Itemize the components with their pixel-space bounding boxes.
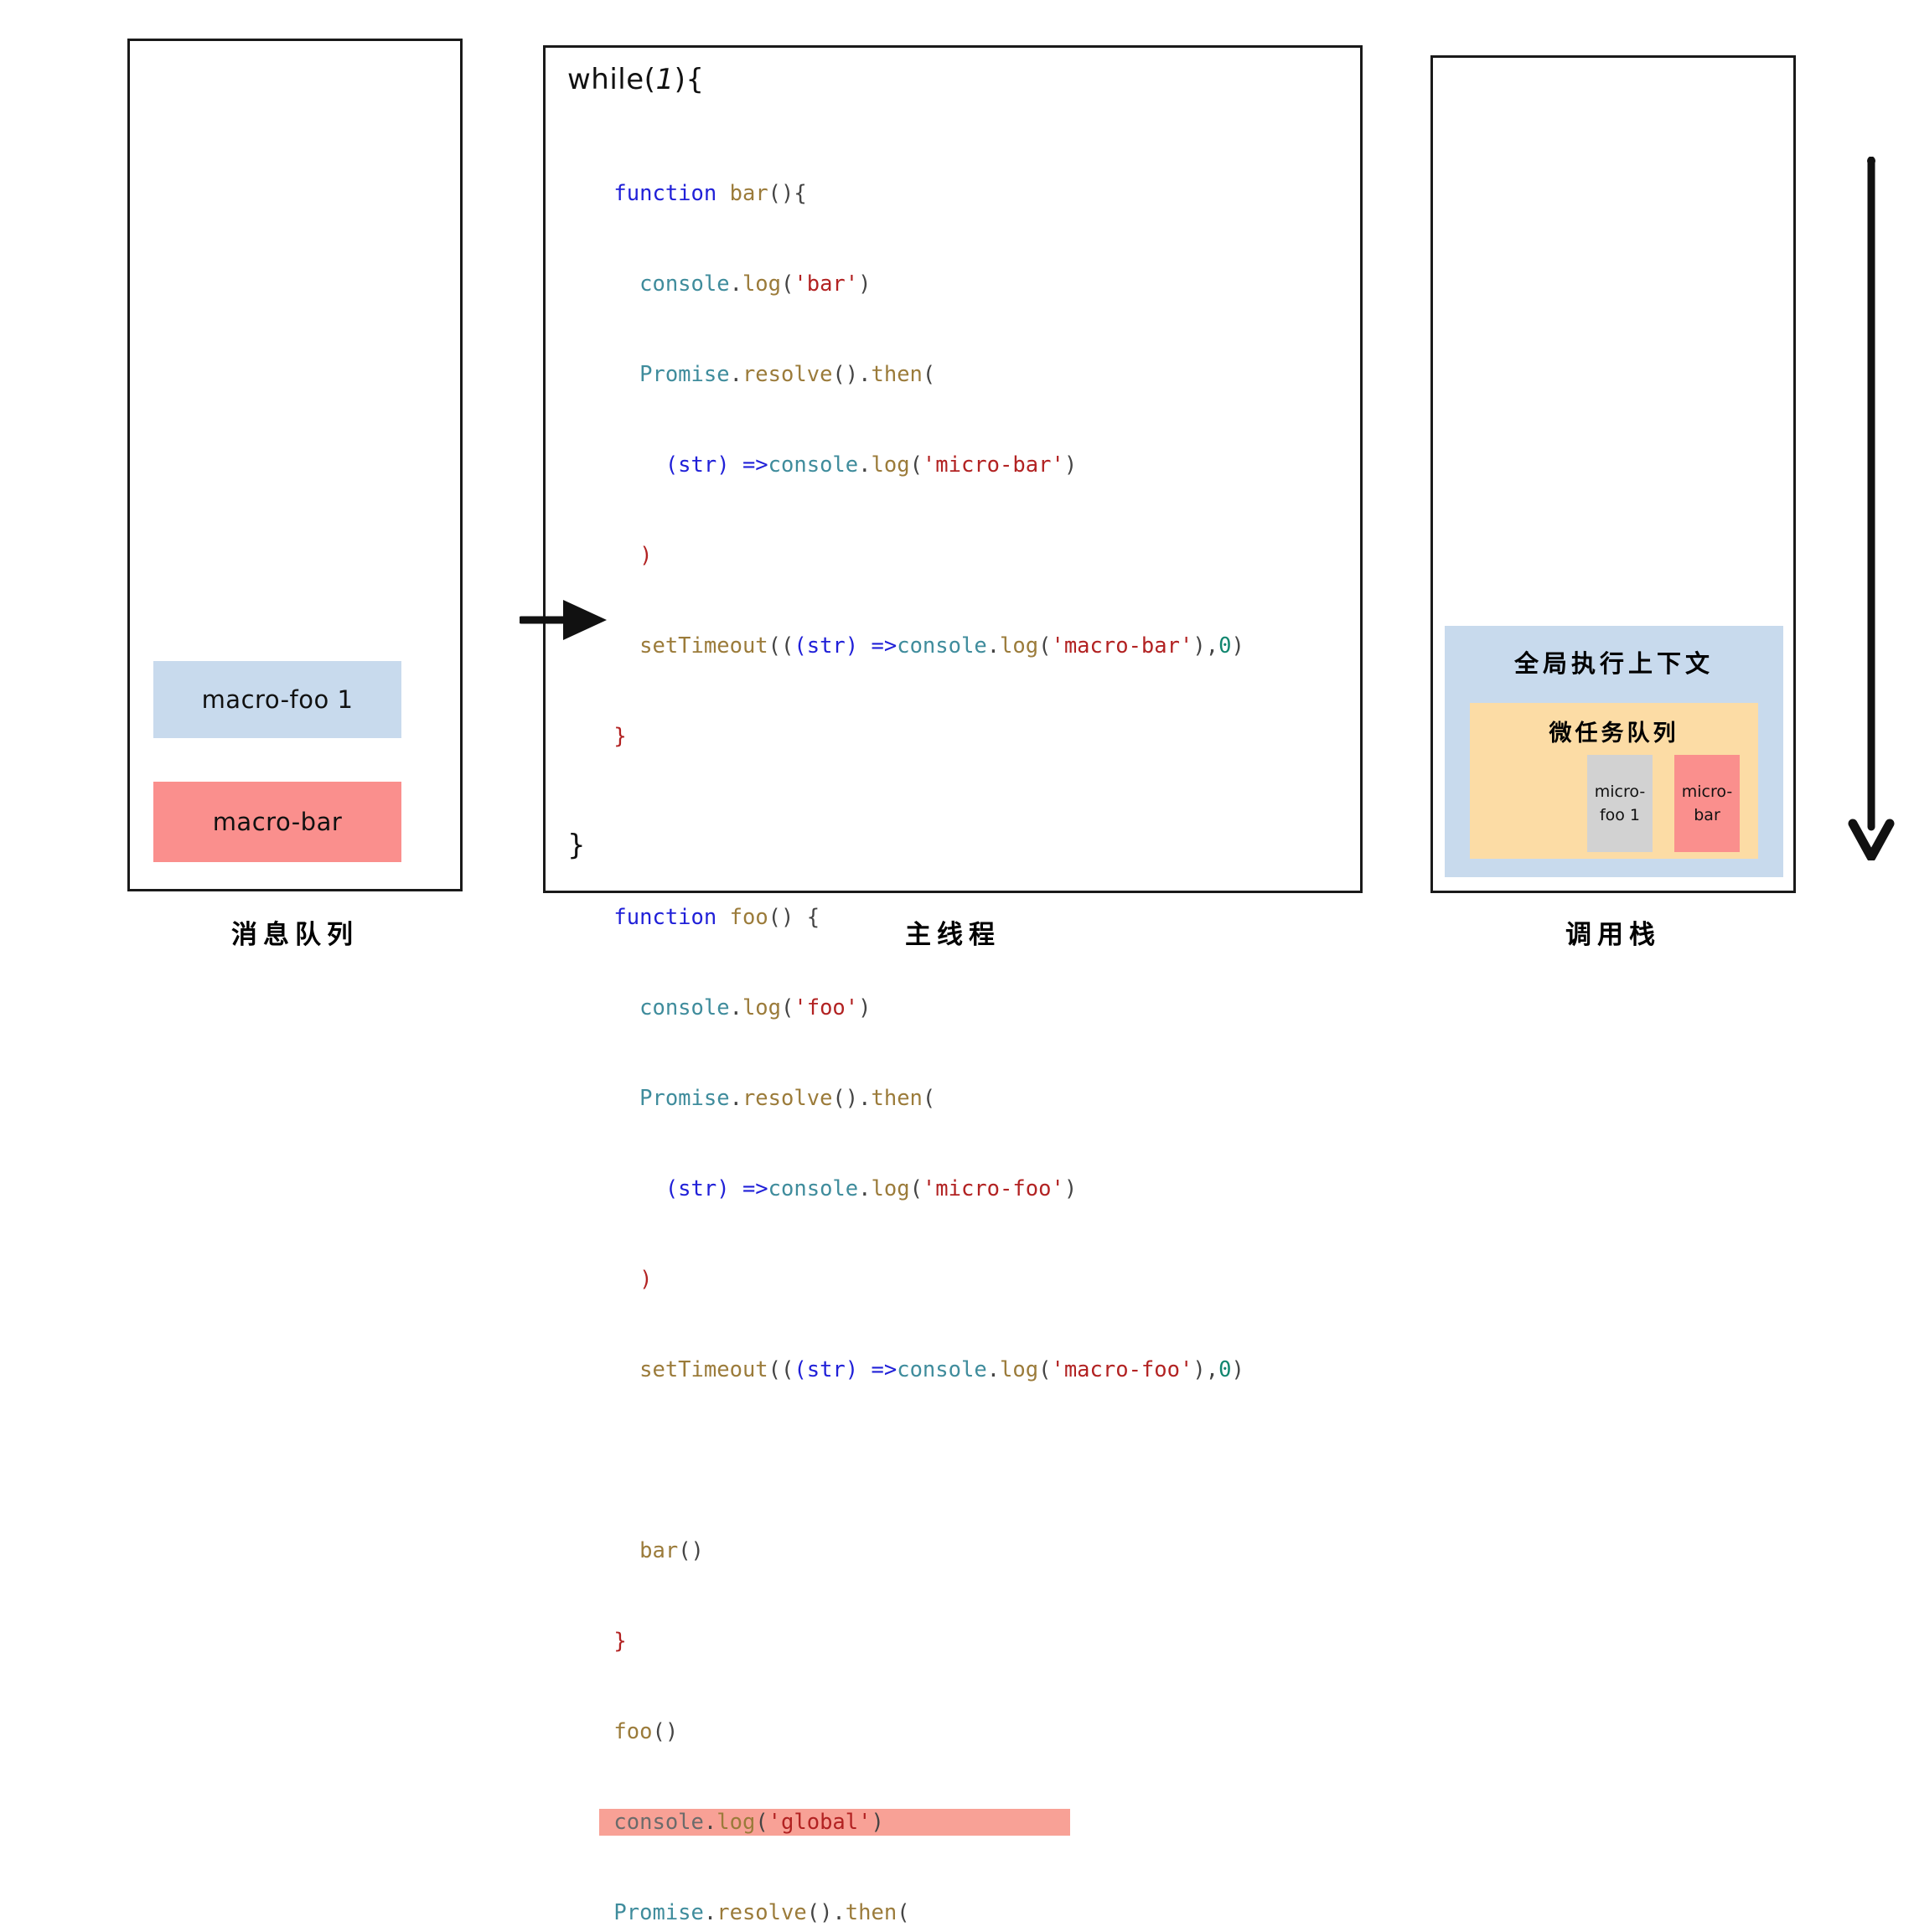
code-line: ) bbox=[639, 1267, 653, 1292]
code-line: } bbox=[613, 1629, 627, 1654]
code-line: bar() bbox=[639, 1538, 704, 1563]
execution-flow-down-arrow bbox=[1848, 157, 1895, 860]
method-log: log bbox=[871, 452, 910, 478]
string-macro-bar: 'macro-bar' bbox=[1051, 633, 1193, 659]
method-log: log bbox=[1000, 633, 1039, 659]
fat-arrow: => bbox=[742, 452, 768, 478]
microtask-item-line1: micro- bbox=[1681, 783, 1733, 801]
param-str: (str) bbox=[794, 633, 859, 659]
caption-message-queue: 消息队列 bbox=[231, 920, 359, 950]
number-zero: 0 bbox=[1218, 633, 1232, 659]
while-keyword: while( bbox=[567, 63, 656, 96]
fat-arrow: => bbox=[871, 1357, 898, 1382]
string-micro-bar: 'micro-bar' bbox=[922, 452, 1064, 478]
number-zero: 0 bbox=[1218, 1357, 1232, 1382]
code-line: setTimeout(((str) =>console.log('macro-b… bbox=[639, 633, 1244, 659]
code-line: Promise.resolve().then( bbox=[639, 1086, 936, 1111]
fat-arrow: => bbox=[871, 633, 898, 659]
code-line: Promise.resolve().then( bbox=[639, 362, 936, 387]
message-queue-panel: macro-foo 1 macro-bar bbox=[127, 39, 463, 891]
while-loop-header: while(1){ bbox=[567, 63, 704, 96]
object-promise: Promise bbox=[639, 1086, 730, 1111]
keyword-function: function bbox=[613, 181, 717, 206]
microtask-item-line2: foo 1 bbox=[1599, 806, 1641, 824]
fat-arrow: => bbox=[742, 1176, 768, 1201]
caption-call-stack: 调用栈 bbox=[1565, 920, 1661, 950]
object-console: console bbox=[768, 1176, 859, 1201]
while-loop-closing-brace: } bbox=[567, 829, 586, 862]
object-console: console bbox=[768, 452, 859, 478]
string-micro-foo: 'micro-foo' bbox=[922, 1176, 1064, 1201]
string-foo: 'foo' bbox=[794, 995, 859, 1020]
method-then: then bbox=[871, 362, 923, 387]
code-line: (str) =>console.log('micro-foo') bbox=[665, 1176, 1078, 1201]
microtask-item-micro-foo[interactable]: micro- foo 1 bbox=[1587, 755, 1653, 852]
while-open-brace: ){ bbox=[674, 63, 705, 96]
string-macro-foo: 'macro-foo' bbox=[1051, 1357, 1193, 1382]
object-console: console bbox=[897, 633, 987, 659]
object-console: console bbox=[613, 1810, 704, 1835]
object-promise: Promise bbox=[613, 1900, 704, 1925]
global-execution-context-label: 全局执行上下文 bbox=[1513, 649, 1714, 678]
code-line: ) bbox=[639, 543, 653, 568]
microtask-queue-label: 微任务队列 bbox=[1549, 721, 1679, 746]
global-execution-context[interactable]: 全局执行上下文 微任务队列 micro- foo 1 micro- bar bbox=[1445, 626, 1783, 877]
method-then: then bbox=[845, 1900, 898, 1925]
object-console: console bbox=[897, 1357, 987, 1382]
string-global: 'global' bbox=[768, 1810, 872, 1835]
object-console: console bbox=[639, 271, 730, 297]
code-line: function bar(){ bbox=[613, 181, 807, 206]
method-resolve: resolve bbox=[742, 1086, 833, 1111]
method-then: then bbox=[871, 1086, 923, 1111]
queue-item-macro-foo[interactable]: macro-foo 1 bbox=[153, 661, 401, 738]
method-log: log bbox=[871, 1176, 910, 1201]
code-block: function bar(){ console.log('bar') Promi… bbox=[562, 118, 1342, 1932]
call-foo: foo bbox=[613, 1719, 653, 1744]
method-resolve: resolve bbox=[716, 1900, 807, 1925]
function-settimeout: setTimeout bbox=[639, 633, 768, 659]
queue-item-macro-bar[interactable]: macro-bar bbox=[153, 782, 401, 862]
code-line: console.log('bar') bbox=[639, 271, 872, 297]
function-settimeout: setTimeout bbox=[639, 1357, 768, 1382]
call-stack-panel: 全局执行上下文 微任务队列 micro- foo 1 micro- bar bbox=[1430, 55, 1796, 893]
call-bar: bar bbox=[639, 1538, 679, 1563]
method-log: log bbox=[1000, 1357, 1039, 1382]
string-bar: 'bar' bbox=[794, 271, 859, 297]
code-line: console.log('foo') bbox=[639, 995, 872, 1020]
param-str: (str) bbox=[794, 1357, 859, 1382]
code-line-highlighted: console.log('global') bbox=[562, 1807, 1342, 1837]
param-str: (str) bbox=[665, 1176, 730, 1201]
method-log: log bbox=[742, 995, 782, 1020]
microtask-item-micro-bar[interactable]: micro- bar bbox=[1674, 755, 1740, 852]
identifier-bar: bar bbox=[729, 181, 768, 206]
while-condition: 1 bbox=[655, 63, 675, 96]
microtask-item-line2: bar bbox=[1694, 806, 1720, 824]
microtask-item-line1: micro- bbox=[1594, 783, 1646, 801]
caption-main-thread: 主线程 bbox=[905, 920, 1001, 950]
method-log: log bbox=[716, 1810, 756, 1835]
method-log: log bbox=[742, 271, 782, 297]
microtask-queue[interactable]: 微任务队列 micro- foo 1 micro- bar bbox=[1470, 703, 1758, 859]
code-line: } bbox=[613, 724, 627, 749]
param-str: (str) bbox=[665, 452, 730, 478]
current-line-pointer-arrow bbox=[520, 600, 607, 640]
code-line: Promise.resolve().then( bbox=[613, 1900, 910, 1925]
code-line: setTimeout(((str) =>console.log('macro-f… bbox=[639, 1357, 1244, 1382]
object-console: console bbox=[639, 995, 730, 1020]
method-resolve: resolve bbox=[742, 362, 833, 387]
code-line: foo() bbox=[613, 1719, 679, 1744]
main-thread-panel: while(1){ function bar(){ console.log('b… bbox=[543, 45, 1895, 1925]
code-line: (str) =>console.log('micro-bar') bbox=[665, 452, 1078, 478]
object-promise: Promise bbox=[639, 362, 730, 387]
